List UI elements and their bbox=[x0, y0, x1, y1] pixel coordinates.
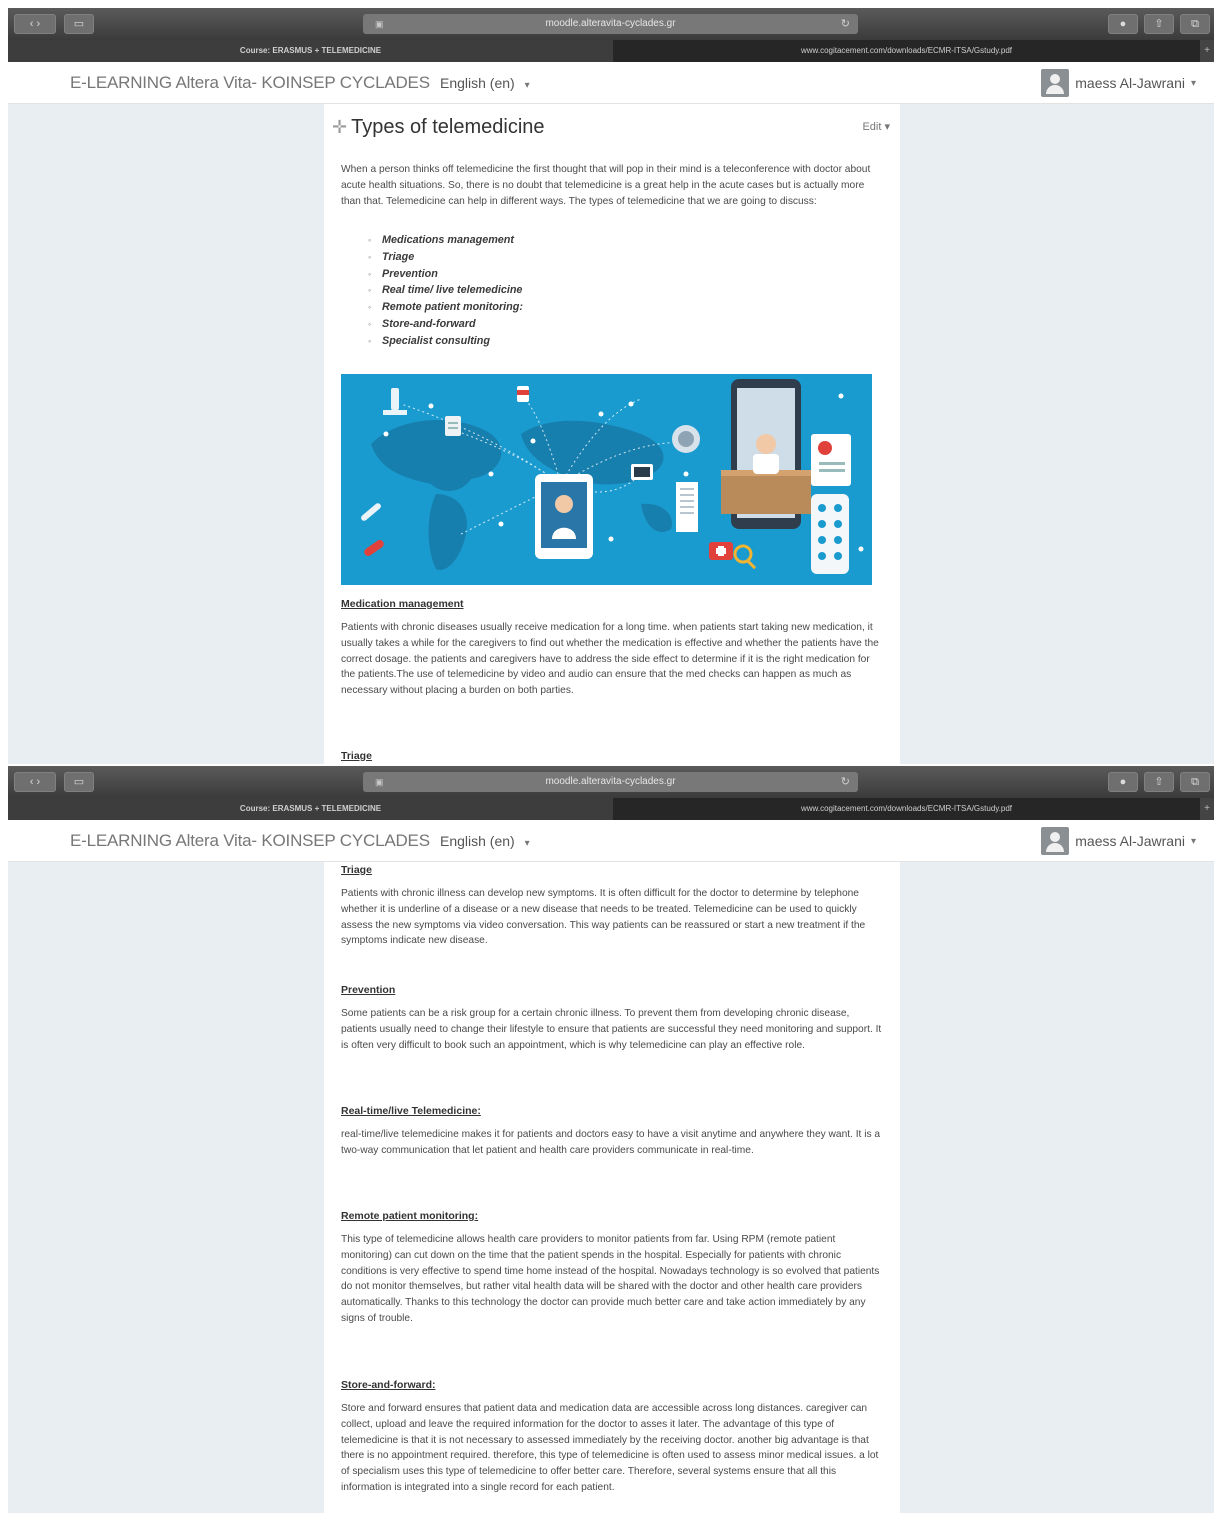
tab-course[interactable]: Course: ERASMUS + TELEMEDICINE bbox=[8, 798, 613, 820]
avatar bbox=[1041, 69, 1070, 97]
new-tab-button[interactable]: + bbox=[1200, 798, 1214, 820]
telemedicine-illustration bbox=[341, 374, 872, 585]
browser-window-bottom: ‹ › ▭ ▣ moodle.alteravita-cyclades.gr ↻ … bbox=[8, 766, 1214, 1513]
browser-toolbar: ‹ › ▭ ▣ moodle.alteravita-cyclades.gr ↻ … bbox=[8, 766, 1214, 798]
browser-window-top: ‹ › ▭ ▣ moodle.alteravita-cyclades.gr ↻ … bbox=[8, 8, 1214, 764]
avatar bbox=[1041, 827, 1070, 855]
tab-pdf[interactable]: www.cogitacement.com/downloads/ECMR-ITSA… bbox=[613, 40, 1200, 62]
remote-paragraph: This type of telemedicine allows health … bbox=[341, 1234, 880, 1324]
tab-course[interactable]: Course: ERASMUS + TELEMEDICINE bbox=[8, 40, 613, 62]
download-icon[interactable]: ● bbox=[1108, 772, 1138, 792]
triage-paragraph: Patients with chronic illness can develo… bbox=[341, 888, 866, 947]
move-icon[interactable]: ✛ bbox=[332, 117, 347, 138]
section-heading-prevention: Prevention bbox=[341, 984, 396, 996]
back-forward-buttons[interactable]: ‹ › bbox=[14, 772, 56, 792]
illustration-image bbox=[361, 379, 864, 574]
new-tab-button[interactable]: + bbox=[1200, 40, 1214, 62]
list-item: Specialist consulting bbox=[368, 333, 768, 350]
edit-label: Edit bbox=[862, 121, 882, 133]
share-icon[interactable]: ⇧ bbox=[1144, 772, 1174, 792]
address-bar[interactable]: ▣ moodle.alteravita-cyclades.gr ↻ bbox=[363, 14, 858, 34]
share-icon[interactable]: ⇧ bbox=[1144, 14, 1174, 34]
section-heading-medication: Medication management bbox=[341, 598, 464, 610]
realtime-paragraph: real-time/live telemedicine makes it for… bbox=[341, 1129, 881, 1156]
store-paragraph: Store and forward ensures that patient d… bbox=[341, 1403, 879, 1493]
language-label: English (en) bbox=[440, 833, 515, 849]
page-title-text: Types of telemedicine bbox=[351, 116, 545, 138]
site-name-link[interactable]: E-LEARNING Altera Vita- KOINSEP CYCLADES bbox=[70, 831, 430, 851]
reload-icon[interactable]: ↻ bbox=[841, 772, 850, 792]
user-menu[interactable]: maess Al-Jawrani ▾ bbox=[1041, 69, 1196, 97]
chevron-down-icon: ▾ bbox=[1190, 77, 1196, 89]
section-heading-store: Store-and-forward: bbox=[341, 1379, 436, 1391]
section-heading-remote: Remote patient monitoring: bbox=[341, 1210, 479, 1222]
list-item: Prevention bbox=[368, 266, 768, 283]
chevron-down-icon: ▾ bbox=[524, 80, 530, 91]
chevron-down-icon: ▾ bbox=[884, 121, 890, 133]
tab-bar: Course: ERASMUS + TELEMEDICINE www.cogit… bbox=[8, 40, 1214, 62]
list-item: Remote patient monitoring: bbox=[368, 299, 768, 316]
browser-toolbar: ‹ › ▭ ▣ moodle.alteravita-cyclades.gr ↻ … bbox=[8, 8, 1214, 40]
chevron-down-icon: ▾ bbox=[1190, 835, 1196, 847]
sidebar-toggle-icon[interactable]: ▭ bbox=[64, 772, 94, 792]
lock-icon: ▣ bbox=[375, 777, 384, 787]
language-menu[interactable]: English (en) ▾ bbox=[440, 833, 530, 849]
list-item: Medications management bbox=[368, 232, 768, 249]
section-heading-triage: Triage bbox=[341, 864, 372, 876]
tab-pdf[interactable]: www.cogitacement.com/downloads/ECMR-ITSA… bbox=[613, 798, 1200, 820]
address-text: moodle.alteravita-cyclades.gr bbox=[545, 776, 676, 787]
user-name: maess Al-Jawrani bbox=[1075, 75, 1185, 91]
tab-bar: Course: ERASMUS + TELEMEDICINE www.cogit… bbox=[8, 798, 1214, 820]
user-name: maess Al-Jawrani bbox=[1075, 833, 1185, 849]
lock-icon: ▣ bbox=[375, 19, 384, 29]
list-item: Triage bbox=[368, 249, 768, 266]
sidebar-toggle-icon[interactable]: ▭ bbox=[64, 14, 94, 34]
list-item: Real time/ live telemedicine bbox=[368, 282, 768, 299]
medication-paragraph: Patients with chronic diseases usually r… bbox=[341, 622, 879, 697]
list-item: Store-and-forward bbox=[368, 316, 768, 333]
prevention-paragraph: Some patients can be a risk group for a … bbox=[341, 1008, 882, 1051]
back-forward-buttons[interactable]: ‹ › bbox=[14, 14, 56, 34]
page-title: ✛ Types of telemedicine bbox=[332, 116, 545, 139]
section-heading-triage: Triage bbox=[341, 750, 372, 762]
language-label: English (en) bbox=[440, 75, 515, 91]
main-content: Triage Patients with chronic illness can… bbox=[324, 862, 900, 1513]
main-content: ✛ Types of telemedicine Edit ▾ When a pe… bbox=[324, 104, 900, 764]
moodle-navbar: E-LEARNING Altera Vita- KOINSEP CYCLADES… bbox=[8, 820, 1214, 862]
user-menu[interactable]: maess Al-Jawrani ▾ bbox=[1041, 827, 1196, 855]
tabs-icon[interactable]: ⧉ bbox=[1180, 772, 1210, 792]
types-list: Medications management Triage Prevention… bbox=[368, 232, 768, 350]
address-bar[interactable]: ▣ moodle.alteravita-cyclades.gr ↻ bbox=[363, 772, 858, 792]
edit-menu[interactable]: Edit ▾ bbox=[862, 120, 890, 133]
language-menu[interactable]: English (en) ▾ bbox=[440, 75, 530, 91]
intro-paragraph: When a person thinks off telemedicine th… bbox=[341, 164, 871, 207]
reload-icon[interactable]: ↻ bbox=[841, 14, 850, 34]
moodle-navbar: E-LEARNING Altera Vita- KOINSEP CYCLADES… bbox=[8, 62, 1214, 104]
chevron-down-icon: ▾ bbox=[524, 838, 530, 849]
site-name-link[interactable]: E-LEARNING Altera Vita- KOINSEP CYCLADES bbox=[70, 73, 430, 93]
download-icon[interactable]: ● bbox=[1108, 14, 1138, 34]
tabs-icon[interactable]: ⧉ bbox=[1180, 14, 1210, 34]
address-text: moodle.alteravita-cyclades.gr bbox=[545, 18, 676, 29]
section-heading-realtime: Real-time/live Telemedicine: bbox=[341, 1105, 481, 1117]
